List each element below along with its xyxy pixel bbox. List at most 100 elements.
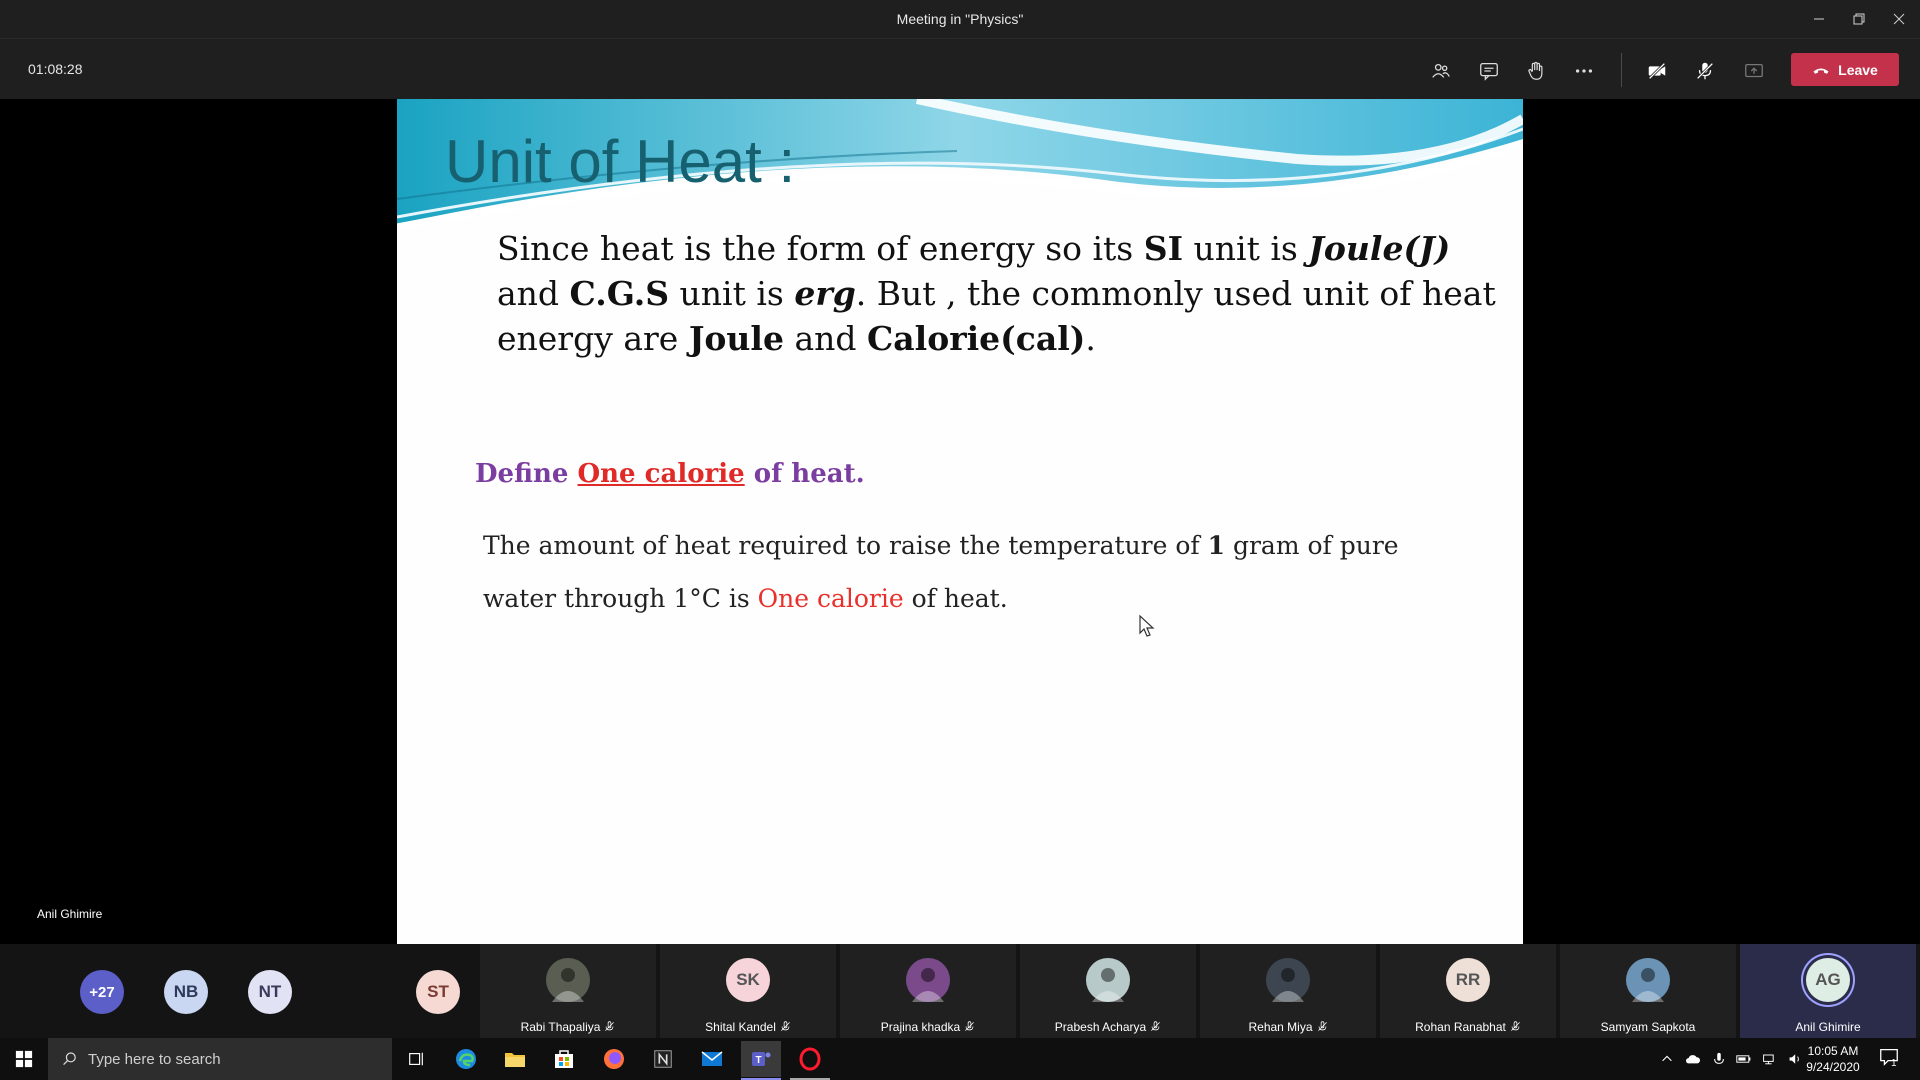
participant-avatar[interactable]: NT [248, 970, 292, 1014]
search-placeholder: Type here to search [88, 1050, 221, 1068]
para-erg: erg [794, 274, 856, 313]
clock-date: 9/24/2020 [1806, 1060, 1860, 1074]
search-icon [63, 1052, 76, 1066]
firefox-button[interactable] [594, 1044, 634, 1074]
mic-off-icon [1510, 1021, 1520, 1031]
participant-tile[interactable]: Prajina khadka [840, 944, 1016, 1038]
avatar-photo-icon [1632, 968, 1664, 1002]
mic-off-icon [1151, 1021, 1161, 1031]
chevron-up-icon[interactable] [1660, 1052, 1674, 1066]
opera-button[interactable] [790, 1044, 830, 1074]
participant-name-text: Prabesh Acharya [1054, 1020, 1147, 1034]
participants-button[interactable] [1423, 53, 1459, 89]
share-screen-button[interactable] [1736, 53, 1772, 89]
mic-off-icon [1696, 62, 1714, 80]
camera-toggle-button[interactable] [1639, 53, 1675, 89]
participant-avatar: AG [1806, 958, 1850, 1002]
participant-name-text: Shital Kandel [705, 1020, 776, 1034]
task-view-button[interactable] [396, 1044, 436, 1074]
mail-icon [701, 1051, 723, 1066]
hang-up-icon [1813, 68, 1829, 74]
window-title: Meeting in "Physics" [896, 11, 1024, 27]
participant-name-text: Rabi Thapaliya [520, 1020, 601, 1034]
close-button[interactable] [1876, 0, 1920, 38]
participant-name: Shital Kandel [660, 1020, 836, 1034]
mail-button[interactable] [692, 1044, 732, 1074]
windows-logo-icon [15, 1050, 33, 1068]
toolbar-divider [1621, 53, 1622, 87]
avatar-photo-icon [1092, 968, 1124, 1002]
task-view-icon [409, 1052, 423, 1066]
para-text-4: unit is [669, 274, 795, 313]
slide-title: Unit of Heat : [445, 128, 796, 195]
para-text-7: . [1085, 319, 1096, 358]
network-icon[interactable] [1762, 1052, 1778, 1066]
participant-name-text: Rohan Ranabhat [1415, 1020, 1506, 1034]
defn-degree: 1°C [673, 584, 721, 613]
battery-icon[interactable] [1736, 1052, 1752, 1066]
leave-label: Leave [1838, 61, 1878, 78]
mic-off-icon [1317, 1021, 1327, 1031]
presenter-name: Anil Ghimire [37, 907, 103, 921]
participant-avatar[interactable]: ST [416, 970, 460, 1014]
participant-tile[interactable]: SK Shital Kandel [660, 944, 836, 1038]
store-icon [555, 1050, 573, 1068]
mic-off-icon [605, 1021, 615, 1031]
participant-tile[interactable]: RR Rohan Ranabhat [1380, 944, 1556, 1038]
participant-tile[interactable]: Rehan Miya [1200, 944, 1376, 1038]
participant-avatar [546, 958, 590, 1002]
file-explorer-button[interactable] [495, 1044, 535, 1074]
participant-name-text: Anil Ghimire [1795, 1020, 1861, 1034]
para-joule: Joule [688, 319, 784, 358]
notion-button[interactable] [643, 1044, 683, 1074]
meeting-timer: 01:08:28 [28, 61, 83, 77]
chat-icon [1480, 63, 1498, 81]
action-center-button[interactable]: 1 [1878, 1046, 1902, 1072]
restore-icon [1853, 13, 1865, 25]
teams-taskbar-button[interactable]: T [741, 1041, 781, 1077]
defn-one: 1 [1207, 531, 1226, 560]
leave-button[interactable]: Leave [1791, 53, 1899, 86]
participant-name-text: Prajina khadka [880, 1020, 961, 1034]
edge-taskbar-button[interactable] [446, 1044, 486, 1074]
chat-button[interactable] [1471, 53, 1507, 89]
participant-avatar[interactable] [332, 970, 376, 1014]
mic-off-icon [965, 1021, 975, 1031]
participant-name: Rehan Miya [1200, 1020, 1376, 1034]
participant-tile[interactable]: Prabesh Acharya [1020, 944, 1196, 1038]
para-text-2: unit is [1183, 229, 1309, 268]
participant-tile[interactable]: AG Anil Ghimire [1740, 944, 1916, 1038]
participant-avatar[interactable]: NB [164, 970, 208, 1014]
opera-icon [799, 1047, 821, 1071]
start-button[interactable] [4, 1044, 44, 1074]
taskbar-clock[interactable]: 10:05 AM 9/24/2020 [1798, 1043, 1868, 1075]
more-actions-button[interactable] [1566, 53, 1602, 89]
microphone-icon[interactable] [1712, 1052, 1726, 1066]
defn-text-4: of heat. [903, 584, 1008, 613]
participant-tile[interactable]: Samyam Sapkota [1560, 944, 1736, 1038]
svg-text:T: T [755, 1055, 761, 1066]
slide-paragraph: Since heat is the form of energy so its … [497, 226, 1497, 361]
shared-slide: Unit of Heat : Since heat is the form of… [397, 99, 1523, 944]
close-icon [1893, 13, 1905, 25]
avatar-photo-icon [912, 968, 944, 1002]
taskbar-search[interactable]: Type here to search [48, 1038, 392, 1080]
define-one-calorie: One calorie [577, 459, 745, 489]
notification-count: 1 [1891, 1058, 1897, 1069]
more-participants-button[interactable]: +27 [80, 970, 124, 1014]
mic-off-icon [780, 1021, 790, 1031]
participant-avatar [1266, 958, 1310, 1002]
participant-avatar: RR [1446, 958, 1490, 1002]
participant-avatar: SK [726, 958, 770, 1002]
windows-taskbar: Type here to search T 10:05 AM 9/24/2020 [0, 1038, 1920, 1080]
mic-toggle-button[interactable] [1687, 53, 1723, 89]
define-pre: Define [475, 459, 578, 489]
notion-icon [654, 1050, 672, 1068]
cloud-icon[interactable] [1684, 1052, 1702, 1066]
participant-strip: +27 NB NT ST Rabi Thapaliya SK Shital Kand… [0, 944, 1920, 1038]
raise-hand-button[interactable] [1518, 53, 1554, 89]
store-button[interactable] [544, 1044, 584, 1074]
participant-tile[interactable]: Rabi Thapaliya [480, 944, 656, 1038]
participant-name: Anil Ghimire [1740, 1020, 1916, 1034]
firefox-icon [604, 1049, 624, 1069]
